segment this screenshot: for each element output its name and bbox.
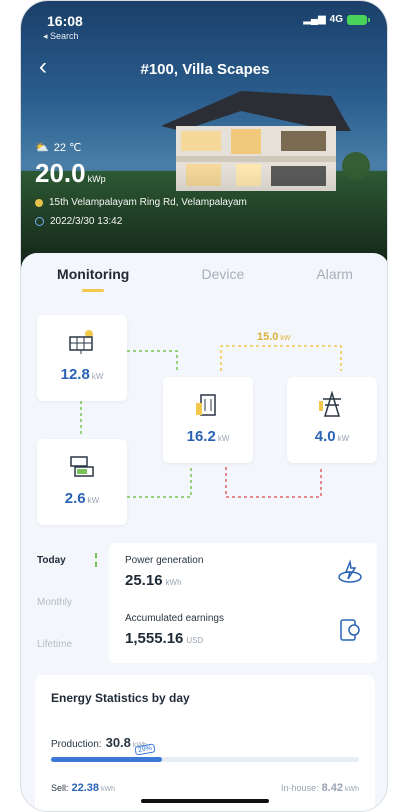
power-generation-value: 25.16 kWh [125,572,203,589]
grid-card[interactable]: 4.0 kW [287,377,377,463]
earnings-unit: USD [186,636,204,645]
building-value-number: 16.2 [186,428,216,445]
energy-statistics-card: Energy Statistics by day Production: 30.8… [35,675,375,811]
power-generation-stat: Power generation 25.16 kWh [125,555,203,589]
earnings-value: 1,555.16 USD [125,630,224,647]
tab-bar: Monitoring Device Alarm [21,253,387,301]
datetime-line: 2022/3/30 13:42 [35,216,247,227]
building-card[interactable]: 16.2 kW [163,377,253,463]
grid-value-unit: kW [337,434,350,443]
battery-value-unit: kW [87,496,100,505]
address: 15th Velampalayam Ring Rd, Velampalayam [49,197,247,208]
content-sheet: Monitoring Device Alarm 12.8 kW 15.0 kW … [21,253,387,811]
sell-value: 22.38 [71,782,100,794]
battery-card[interactable]: 2.6 kW [37,439,127,525]
earnings-label: Accumulated earnings [125,613,224,624]
temperature: 22 ℃ [53,142,82,154]
period-selector: Today Monthly Lifetime [21,545,101,665]
location-pin-icon [35,198,43,207]
current-power: 20.0 kWp [35,158,247,189]
sell-unit: kWh [101,786,116,793]
inhouse-row: In-house: 8.42 kWh [281,782,359,794]
production-bar-fill [51,757,162,762]
grid-value: 4.0 kW [287,428,377,445]
grid-value-number: 4.0 [314,428,336,445]
datetime: 2022/3/30 13:42 [50,216,123,227]
solar-value-unit: kW [91,372,104,381]
phone-frame: 16:08 ◂ Search ▂▄▆ 4G ‹ #100, Villa Scap… [20,0,388,812]
current-power-unit: kWp [87,174,106,184]
solar-card[interactable]: 12.8 kW [37,315,127,401]
network-type: 4G [329,14,343,25]
site-summary: ⛅ 22 ℃ 20.0 kWp 15th Velampalayam Ring R… [35,141,247,227]
status-signal: ▂▄▆ 4G [303,14,370,25]
weather: ⛅ 22 ℃ [35,141,247,154]
status-time: 16:08 [47,13,83,29]
power-generation-unit: kWh [165,578,182,587]
period-today[interactable]: Today [37,555,66,566]
hero-banner: 16:08 ◂ Search ▂▄▆ 4G ‹ #100, Villa Scap… [21,1,387,276]
sell-label: Sell: [51,783,69,793]
production-bar-tag: 29% [134,743,156,756]
tab-alarm[interactable]: Alarm [316,266,353,288]
home-indicator[interactable] [141,799,269,803]
solar-value-number: 12.8 [60,366,90,383]
production-bar [51,757,359,762]
power-tower-icon [319,390,341,417]
period-lifetime[interactable]: Lifetime [37,639,72,650]
clock-icon [35,217,44,226]
back-to-app-link[interactable]: ◂ Search [43,31,79,42]
building-value: 16.2 kW [163,428,253,445]
solar-panel-icon [69,330,93,354]
earnings-stat: Accumulated earnings 1,555.16 USD [125,613,224,647]
building-value-unit: kW [217,434,230,443]
address-line: 15th Velampalayam Ring Rd, Velampalayam [35,197,247,208]
grid-flow-value: 15.0 [257,331,279,343]
battery-value: 2.6 kW [37,490,127,507]
grid-flow-label: 15.0 kW [257,331,291,343]
page-title: #100, Villa Scapes [140,61,270,78]
power-generation-label: Power generation [125,555,204,566]
period-monthly[interactable]: Monthly [37,597,72,608]
production-label: Production: [51,739,102,750]
inhouse-label: In-house: [281,783,319,793]
power-generation-icon [338,559,362,583]
battery-icon [347,14,370,25]
solar-value: 12.8 kW [37,366,127,383]
stats-card: Power generation 25.16 kWh Accumulated ea… [109,543,377,663]
tab-monitoring[interactable]: Monitoring [57,266,129,288]
current-power-value: 20.0 [35,158,86,188]
grid-flow-unit: kW [280,335,291,342]
energy-statistics-title: Energy Statistics by day [51,691,190,705]
earnings-icon [340,619,360,641]
battery-storage-icon [70,456,94,477]
tab-device[interactable]: Device [201,266,244,288]
energy-flow-diagram: 12.8 kW 15.0 kW 16.2 kW 4.0 kW 2.6 kW [21,301,387,541]
status-bar: 16:08 ◂ Search ▂▄▆ 4G [21,1,387,42]
period-active-marker [95,553,97,567]
signal-bars-icon: ▂▄▆ [303,14,326,25]
production-value: 30.8 [105,735,131,750]
sell-row: Sell: 22.38 kWh [51,782,115,794]
power-generation-number: 25.16 [125,572,163,589]
cloud-sun-icon: ⛅ [35,142,49,154]
inhouse-unit: kWh [345,786,359,793]
building-icon [196,394,216,416]
inhouse-value: 8.42 [321,782,343,794]
earnings-number: 1,555.16 [125,630,184,647]
production-row: Production:30.8kWh [51,735,147,750]
battery-value-number: 2.6 [64,490,86,507]
